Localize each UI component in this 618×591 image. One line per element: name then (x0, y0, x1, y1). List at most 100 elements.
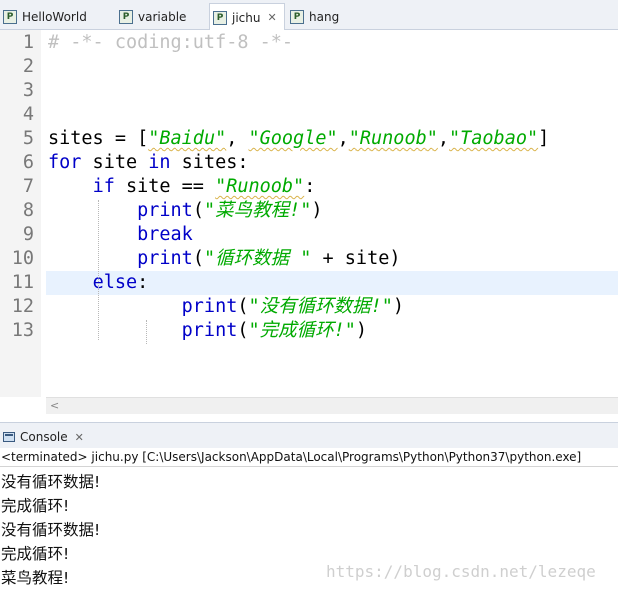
code-token: "完成循环!" (248, 320, 356, 341)
code-line[interactable]: 3 (0, 79, 618, 103)
console-output-line: 没有循环数据! (1, 521, 101, 539)
tab-jichu[interactable]: P jichu ✕ (209, 3, 285, 31)
code-token: "Google" (248, 128, 338, 149)
close-icon[interactable]: ✕ (267, 11, 276, 24)
code-token: + site) (311, 248, 401, 269)
code-token: , (226, 128, 249, 149)
python-file-icon: P (213, 10, 227, 25)
code-token: # -*- coding:utf-8 -*- (48, 32, 294, 53)
tab-label: HelloWorld (22, 10, 87, 24)
tab-hang[interactable]: P hang (287, 4, 339, 30)
code-text: break (48, 223, 193, 247)
code-line[interactable]: 2 (0, 55, 618, 79)
code-token: print (181, 296, 238, 317)
code-token: "Taobao" (449, 128, 539, 149)
console-status-line: <terminated> jichu.py [C:\Users\Jackson\… (0, 448, 618, 467)
tab-label: variable (138, 10, 187, 24)
code-line[interactable]: 8 print("菜鸟教程!") (0, 199, 618, 223)
horizontal-scrollbar[interactable]: < (46, 397, 618, 414)
code-editor[interactable]: 1 # -*- coding:utf-8 -*- 2 3 4 5 sites = ["Bai… (0, 30, 618, 414)
code-line[interactable]: 9 break (0, 223, 618, 247)
line-number: 8 (22, 200, 34, 221)
code-token: "Baidu" (148, 128, 227, 149)
code-line[interactable]: 4 (0, 103, 618, 127)
code-token: ( (192, 200, 204, 221)
line-number: 13 (11, 320, 34, 341)
line-number: 5 (22, 128, 34, 149)
code-text: for site in sites: (48, 151, 249, 175)
line-number: 9 (22, 224, 34, 245)
tab-helloworld[interactable]: P HelloWorld (0, 4, 87, 30)
code-line[interactable]: 7 if site == "Runoob": (0, 175, 618, 199)
console-icon (3, 432, 15, 442)
scroll-left-icon[interactable]: < (50, 399, 59, 412)
python-file-icon: P (119, 10, 133, 24)
code-line[interactable]: 6 for site in sites: (0, 151, 618, 175)
code-token: ) (311, 200, 323, 221)
code-token: for (48, 152, 82, 173)
indent-guide (98, 200, 99, 340)
console-output-line: 没有循环数据! (1, 473, 101, 491)
code-token: ( (192, 248, 204, 269)
code-text: sites = ["Baidu", "Google","Runoob","Tao… (48, 127, 549, 151)
tab-variable[interactable]: P variable (116, 4, 186, 30)
line-number: 4 (22, 104, 34, 125)
line-number: 6 (22, 152, 34, 173)
code-text: if site == "Runoob": (48, 175, 316, 199)
code-token: print (137, 248, 193, 269)
code-line[interactable]: 1 # -*- coding:utf-8 -*- (0, 31, 618, 55)
line-number: 10 (11, 248, 34, 269)
code-token: "菜鸟教程!" (203, 200, 312, 221)
code-line[interactable]: 11 else: (0, 271, 618, 295)
code-token: site == (114, 176, 216, 197)
code-token: print (137, 200, 193, 221)
code-text: print("循环数据 " + site) (48, 247, 400, 271)
code-token: ) (392, 296, 405, 317)
tab-console[interactable]: Console ✕ (3, 427, 84, 447)
code-token: else (92, 272, 138, 293)
code-token: "Runoob" (348, 128, 438, 149)
code-token: in (148, 152, 171, 173)
code-token: "Runoob" (215, 176, 305, 197)
line-number: 1 (22, 32, 34, 53)
python-file-icon: P (3, 10, 17, 24)
code-text: # -*- coding:utf-8 -*- (48, 31, 293, 55)
code-token: ] (538, 128, 550, 149)
code-line[interactable]: 12 print("没有循环数据!") (0, 295, 618, 319)
console-tab-label: Console (20, 430, 68, 444)
code-token: print (181, 320, 238, 341)
python-file-icon: P (290, 10, 304, 24)
code-token: ( (237, 320, 249, 341)
editor-tab-bar: P HelloWorld P variable P jichu ✕ P hang (0, 0, 618, 31)
console-tab-bar: Console ✕ (0, 422, 618, 448)
code-token: if (92, 176, 115, 197)
code-token: "没有循环数据!" (248, 296, 393, 317)
code-text: print("完成循环!") (48, 319, 367, 343)
code-line[interactable]: 5 sites = ["Baidu", "Google","Runoob","Ta… (0, 127, 618, 151)
code-token: "循环数据 " (203, 248, 312, 269)
line-number: 11 (11, 272, 34, 293)
code-text: print("菜鸟教程!") (48, 199, 323, 223)
code-token: : (304, 176, 316, 197)
line-number: 3 (22, 80, 34, 101)
code-token: site (81, 152, 149, 173)
console-output-line: 完成循环! (1, 497, 70, 515)
code-text: print("没有循环数据!") (48, 295, 404, 319)
close-icon[interactable]: ✕ (75, 431, 84, 444)
code-token: break (137, 224, 193, 245)
line-number: 12 (11, 296, 34, 317)
code-line[interactable]: 13 print("完成循环!") (0, 319, 618, 343)
code-token: ( (237, 296, 249, 317)
code-token: , (437, 128, 449, 149)
code-token: : (137, 272, 149, 293)
code-line[interactable]: 10 print("循环数据 " + site) (0, 247, 618, 271)
code-token: sites = [ (48, 128, 149, 149)
console-output-line: 完成循环! (1, 545, 70, 563)
